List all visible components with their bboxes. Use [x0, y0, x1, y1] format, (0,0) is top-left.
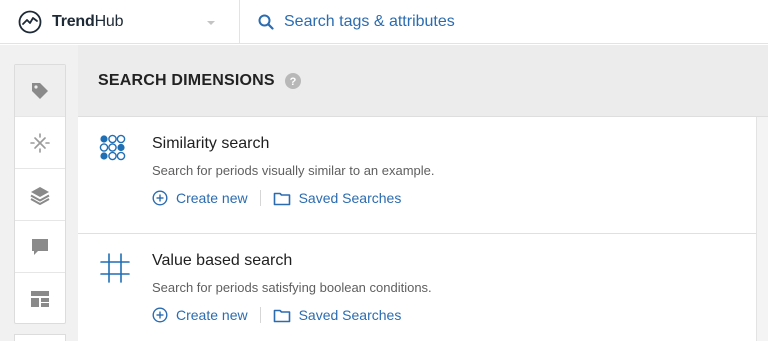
- help-icon[interactable]: ?: [284, 72, 301, 89]
- left-rail: [14, 64, 66, 324]
- dimension-actions: Create new Saved Searches: [152, 307, 401, 323]
- main-panel: SEARCH DIMENSIONS ? Similarity search Se…: [78, 45, 768, 341]
- vertical-scrollbar[interactable]: [756, 117, 768, 341]
- folder-icon: [273, 192, 290, 205]
- grid-hash-icon: [100, 253, 130, 283]
- dimension-description: Search for periods visually similar to a…: [152, 163, 435, 178]
- dimension-title: Value based search: [152, 252, 293, 269]
- sparkle-icon: [30, 132, 50, 153]
- folder-icon: [273, 309, 290, 322]
- brand-name: TrendHub: [52, 12, 124, 30]
- top-bar: TrendHub Search tags & attributes: [0, 0, 768, 44]
- section-header: SEARCH DIMENSIONS ?: [78, 45, 768, 117]
- search-icon: [258, 14, 274, 30]
- saved-searches-button[interactable]: Saved Searches: [273, 190, 402, 206]
- dashboard-icon: [31, 291, 49, 307]
- search-tags-label: Search tags & attributes: [284, 12, 455, 30]
- similarity-dots-icon: [99, 134, 126, 161]
- comment-icon: [32, 238, 48, 255]
- dimension-list: Similarity search Search for periods vis…: [78, 117, 756, 341]
- rail-item-comments[interactable]: [15, 221, 65, 273]
- svg-text:?: ?: [289, 76, 296, 88]
- dimension-title: Similarity search: [152, 135, 270, 152]
- tag-icon: [32, 82, 48, 99]
- rail-item-dashboard[interactable]: [15, 273, 65, 325]
- create-new-button[interactable]: Create new: [152, 190, 248, 206]
- create-new-label: Create new: [176, 190, 248, 206]
- dimension-actions: Create new Saved Searches: [152, 190, 401, 206]
- rail-item-tags[interactable]: [15, 65, 65, 117]
- layers-icon: [30, 186, 50, 205]
- action-divider: [259, 307, 261, 323]
- saved-searches-label: Saved Searches: [298, 307, 402, 323]
- list-item: Similarity search Search for periods vis…: [78, 117, 756, 234]
- create-new-button[interactable]: Create new: [152, 307, 248, 323]
- chevron-down-icon[interactable]: [204, 16, 218, 30]
- saved-searches-button[interactable]: Saved Searches: [273, 307, 402, 323]
- brand-switcher[interactable]: TrendHub: [0, 0, 240, 44]
- dimension-description: Search for periods satisfying boolean co…: [152, 280, 432, 295]
- list-item: Value based search Search for periods sa…: [78, 234, 756, 341]
- search-tags-button[interactable]: Search tags & attributes: [240, 0, 455, 44]
- trend-logo-icon: [18, 10, 42, 33]
- saved-searches-label: Saved Searches: [298, 190, 402, 206]
- rail-overflow-item: [14, 334, 66, 341]
- create-new-label: Create new: [176, 307, 248, 323]
- action-divider: [259, 190, 261, 206]
- plus-circle-icon: [152, 307, 168, 323]
- plus-circle-icon: [152, 190, 168, 206]
- page-title: SEARCH DIMENSIONS: [98, 71, 275, 89]
- rail-item-explore[interactable]: [15, 117, 65, 169]
- rail-item-layers[interactable]: [15, 169, 65, 221]
